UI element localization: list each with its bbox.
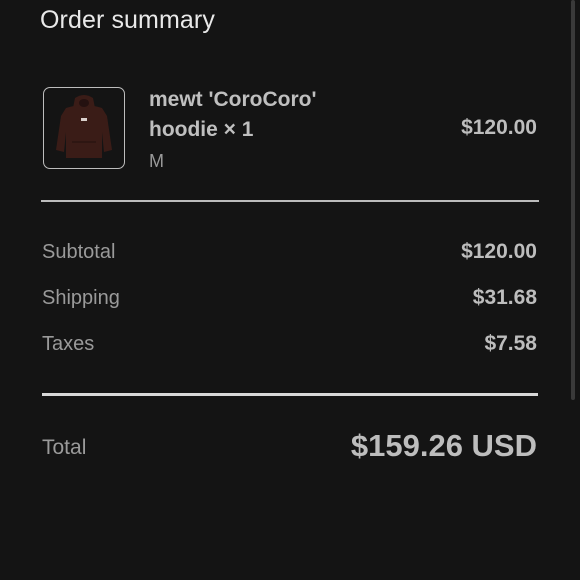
shipping-label: Shipping xyxy=(42,287,120,309)
product-thumbnail xyxy=(43,87,125,169)
page-title: Order summary xyxy=(40,6,215,34)
total-divider xyxy=(42,393,538,396)
order-summary-panel: Order summary mewt 'CoroCoro' hoodie × 1… xyxy=(0,0,580,580)
shipping-value: $31.68 xyxy=(472,286,537,309)
scrollbar[interactable] xyxy=(571,0,575,400)
taxes-label: Taxes xyxy=(42,333,95,355)
total-label: Total xyxy=(42,436,87,459)
product-price: $120.00 xyxy=(461,116,537,139)
divider xyxy=(41,200,539,202)
taxes-value: $7.58 xyxy=(484,332,537,355)
product-variant: M xyxy=(149,151,164,171)
subtotal-label: Subtotal xyxy=(42,241,116,263)
total-value: $159.26 USD xyxy=(350,428,537,463)
hoodie-icon xyxy=(56,95,112,158)
product-name: mewt 'CoroCoro' hoodie × 1 xyxy=(149,88,317,141)
subtotal-value: $120.00 xyxy=(461,240,537,263)
